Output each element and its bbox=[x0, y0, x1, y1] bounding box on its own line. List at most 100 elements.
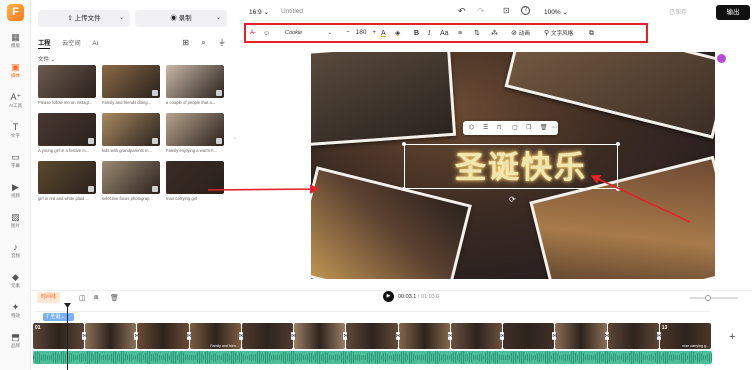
mask-icon[interactable]: ▢ bbox=[512, 121, 518, 135]
bold-icon[interactable]: B bbox=[414, 29, 419, 38]
delete-icon[interactable]: 🗑 bbox=[110, 294, 119, 302]
chevron-down-icon[interactable]: ⌄ bbox=[216, 10, 221, 27]
duplicate-icon[interactable]: ❐ bbox=[526, 121, 531, 135]
text-selection-box[interactable] bbox=[402, 142, 620, 191]
transition-icon[interactable]: ⋈ bbox=[238, 332, 244, 340]
transition-icon[interactable]: ⋈ bbox=[82, 332, 87, 340]
media-item[interactable]: a couple of people that a... bbox=[166, 65, 224, 109]
timeline-mode-button[interactable]: 时间线 bbox=[37, 292, 61, 303]
help-icon[interactable]: ? bbox=[521, 6, 530, 15]
rotate-icon[interactable]: ⟳ bbox=[509, 196, 517, 204]
media-item[interactable]: selective focus photograp... bbox=[102, 161, 160, 205]
split-icon[interactable]: ◫ bbox=[79, 294, 86, 302]
sidebar-item-2[interactable]: A⁺ AI工具 bbox=[0, 92, 31, 116]
decrease-size-icon[interactable]: − bbox=[346, 29, 350, 36]
video-clip[interactable] bbox=[450, 323, 503, 349]
lock-icon[interactable]: ⊓ bbox=[497, 121, 502, 135]
copy-style-icon[interactable]: ⧉ bbox=[589, 29, 594, 38]
sidebar-item-7[interactable]: ♪ 音频 bbox=[0, 242, 31, 266]
transition-icon[interactable]: ⋈ bbox=[447, 332, 453, 340]
ai-assistant-icon[interactable] bbox=[717, 54, 726, 63]
video-clip[interactable] bbox=[85, 323, 137, 349]
align-icon[interactable]: ≡ bbox=[458, 29, 462, 38]
sidebar-item-0[interactable]: ▦ 模版 bbox=[0, 32, 31, 56]
delete-icon[interactable]: 🗑 bbox=[540, 121, 548, 135]
italic-icon[interactable]: I bbox=[428, 29, 430, 38]
sidebar-item-1[interactable]: ▣ 媒体 bbox=[0, 62, 31, 86]
video-clip[interactable] bbox=[398, 323, 450, 349]
chevron-down-icon[interactable]: ⌄ bbox=[119, 10, 124, 27]
transition-icon[interactable]: ⋈ bbox=[291, 332, 296, 340]
timeline-zoom-knob[interactable] bbox=[705, 295, 711, 301]
video-clip[interactable] bbox=[346, 323, 398, 349]
more-icon[interactable]: ↤ bbox=[552, 121, 557, 135]
project-title[interactable]: Untitled bbox=[281, 8, 303, 15]
timeline-zoom-slider[interactable] bbox=[690, 295, 738, 301]
video-clip[interactable] bbox=[503, 323, 555, 349]
effects-icon[interactable]: ⁂ bbox=[491, 29, 498, 38]
undo-icon[interactable]: ↶ bbox=[458, 6, 466, 17]
transition-icon[interactable]: ⋈ bbox=[134, 332, 139, 340]
text-bubble-icon[interactable]: ☺ bbox=[263, 29, 270, 38]
playhead[interactable] bbox=[67, 306, 68, 370]
tab-ai[interactable]: AI bbox=[92, 40, 98, 47]
increase-size-icon[interactable]: + bbox=[372, 29, 376, 36]
transition-icon[interactable]: ⋈ bbox=[656, 332, 662, 340]
transition-icon[interactable]: ⋈ bbox=[395, 332, 401, 340]
tab-project[interactable]: 工程 bbox=[38, 40, 51, 49]
media-thumbnail[interactable] bbox=[166, 161, 224, 194]
media-item[interactable]: girl in red and white plaid ... bbox=[38, 161, 96, 205]
video-clip[interactable]: 01 bbox=[33, 323, 85, 349]
app-logo[interactable]: F bbox=[7, 4, 24, 21]
export-button[interactable]: 输出 bbox=[716, 5, 750, 20]
crop-icon[interactable]: ⧈ bbox=[94, 294, 98, 302]
transition-icon[interactable]: ⋈ bbox=[604, 332, 610, 340]
highlight-color-icon[interactable]: ◈ bbox=[395, 29, 400, 38]
resize-handle[interactable] bbox=[616, 142, 620, 146]
media-item[interactable]: kids with grandparents m... bbox=[102, 113, 160, 157]
upload-file-button[interactable]: ⇪ 上传文件 ⌄ bbox=[38, 10, 130, 27]
media-item[interactable]: Please follow me on instagr... bbox=[38, 65, 96, 109]
filter-icon[interactable]: ⏚ bbox=[218, 38, 226, 47]
photo-frame-1[interactable] bbox=[311, 52, 457, 147]
timeline-ruler[interactable] bbox=[35, 306, 710, 312]
sidebar-item-10[interactable]: ⬒ 品牌 bbox=[0, 332, 31, 356]
sidebar-item-4[interactable]: ▭ 字幕 bbox=[0, 152, 31, 176]
add-clip-icon[interactable]: + bbox=[729, 331, 735, 343]
media-item[interactable]: Family and friends doing... bbox=[102, 65, 160, 109]
resize-handle[interactable] bbox=[402, 187, 406, 191]
resize-handle[interactable] bbox=[402, 142, 406, 146]
record-button[interactable]: ◉ 录制 ⌄ bbox=[135, 10, 227, 27]
transition-icon[interactable]: ⋈ bbox=[552, 332, 557, 340]
video-clip[interactable] bbox=[607, 323, 659, 349]
zoom-select[interactable]: 100% ⌄ bbox=[544, 8, 568, 16]
fit-screen-icon[interactable]: ⊡ bbox=[503, 6, 510, 15]
new-folder-icon[interactable]: ⊞ bbox=[182, 38, 189, 47]
video-clip[interactable] bbox=[555, 323, 607, 349]
video-clip[interactable] bbox=[241, 323, 294, 349]
ai-text-icon[interactable]: A̶ bbox=[250, 29, 254, 38]
video-clip[interactable]: Family and frien... bbox=[189, 323, 241, 349]
media-item[interactable]: man carrying girl bbox=[166, 161, 224, 205]
media-item[interactable]: A young girl in a festive m... bbox=[38, 113, 96, 157]
sidebar-item-9[interactable]: ✦ 特效 bbox=[0, 302, 31, 326]
redo-icon[interactable]: ↷ bbox=[477, 6, 485, 17]
sidebar-item-8[interactable]: ◆ 元素 bbox=[0, 272, 31, 296]
video-clip[interactable]: 13 man carrying g... bbox=[659, 323, 711, 349]
file-filter[interactable]: 文件 ⌄ bbox=[38, 55, 55, 63]
resize-handle[interactable] bbox=[616, 187, 620, 191]
sidebar-item-6[interactable]: ▨ 图片 bbox=[0, 212, 31, 236]
transition-icon[interactable]: ⋈ bbox=[343, 332, 348, 340]
text-color-icon[interactable]: A bbox=[381, 29, 386, 38]
audio-track[interactable] bbox=[33, 351, 712, 364]
text-clip[interactable]: T 圣诞... bbox=[43, 313, 74, 321]
animation-button[interactable]: ⊘ 动画 bbox=[511, 29, 530, 39]
font-select[interactable]: Cookie ⌄ bbox=[282, 28, 334, 39]
video-clip[interactable] bbox=[137, 323, 189, 349]
case-icon[interactable]: Aa bbox=[440, 29, 449, 38]
font-size-value[interactable]: 180 bbox=[356, 29, 367, 36]
transition-icon[interactable]: ⋈ bbox=[500, 332, 505, 340]
video-clip[interactable] bbox=[294, 323, 346, 349]
sidebar-item-5[interactable]: ▶ 视频 bbox=[0, 182, 31, 206]
text-style-button[interactable]: ⚲ 文字风格 bbox=[544, 29, 573, 39]
